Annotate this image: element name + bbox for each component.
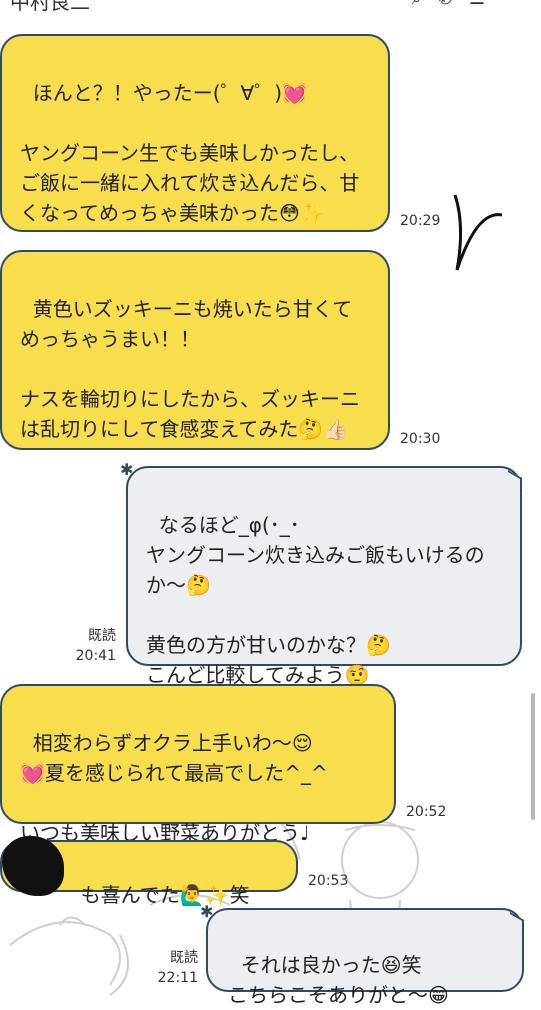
message-text: それは良かった😆笑 こちらこそありがと〜😁: [228, 953, 449, 1007]
sent-message-1[interactable]: なるほど_φ(･_･ ヤングコーン炊き込みご飯もいけるのか〜🤔 黄色の方が甘いの…: [126, 466, 522, 687]
message-text: も喜んでた🙋‍♂️✨笑: [80, 883, 250, 907]
received-message-3[interactable]: 相変わらずオクラ上手いわ〜😌 💓夏を感じられて最高でした^_^ いつも美味しい野…: [0, 684, 396, 845]
received-message-1[interactable]: ほんと？！やったー(゜∀゜)💓 ヤングコーン生でも美味しかったし、ご飯に一緒に入…: [0, 34, 390, 232]
read-label: 既読: [170, 950, 198, 966]
message-time: 20:30: [400, 431, 441, 447]
read-receipt: 既読 20:41: [60, 626, 116, 666]
message-text: なるほど_φ(･_･ ヤングコーン炊き込みご飯もいけるのか〜🤔 黄色の方が甘いの…: [146, 513, 485, 687]
message-time: 20:29: [400, 213, 441, 229]
received-message-2[interactable]: 黄色いズッキーニも焼いたら甘くてめっちゃうまい！！ ナスを輪切りにしたから、ズッ…: [0, 250, 390, 450]
message-text: ほんと？！やったー(゜∀゜)💓 ヤングコーン生でも美味しかったし、ご飯に一緒に入…: [20, 81, 360, 225]
sparkle-icon: ✱: [200, 902, 214, 921]
read-receipt: 既読 22:11: [142, 948, 198, 988]
read-label: 既読: [88, 628, 116, 644]
sent-message-2[interactable]: それは良かった😆笑 こちらこそありがと〜😁: [206, 908, 524, 1007]
message-text: 黄色いズッキーニも焼いたら甘くてめっちゃうまい！！ ナスを輪切りにしたから、ズッ…: [20, 297, 360, 441]
sparkle-icon: ✱: [120, 460, 134, 479]
message-time: 20:52: [406, 804, 447, 820]
scrollbar[interactable]: [531, 693, 535, 820]
message-time: 22:11: [157, 970, 198, 986]
message-text: 相変わらずオクラ上手いわ〜😌 💓夏を感じられて最高でした^_^ いつも美味しい野…: [20, 731, 328, 845]
message-time: 20:53: [308, 873, 349, 889]
message-time: 20:41: [75, 648, 116, 664]
